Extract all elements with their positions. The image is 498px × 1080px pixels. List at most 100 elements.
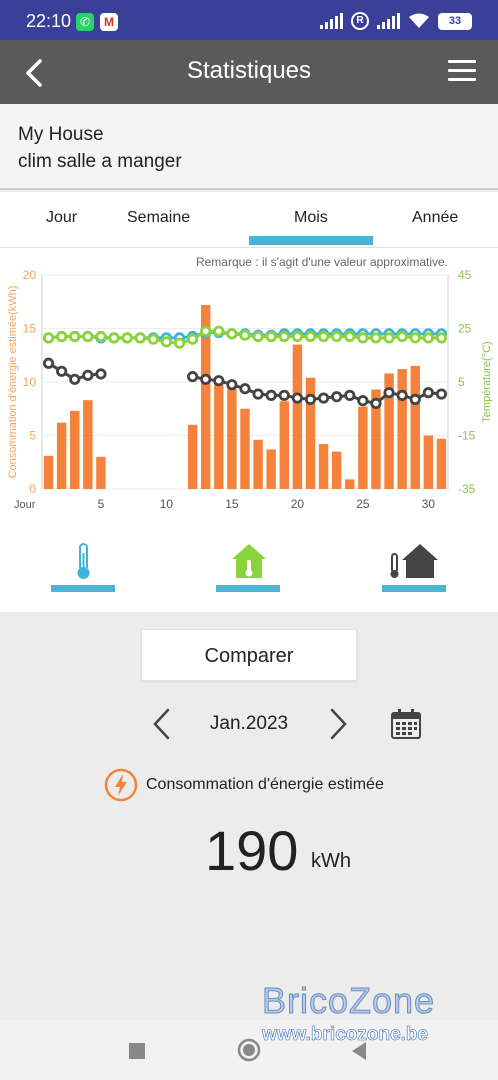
data-point: [56, 330, 68, 343]
data-point: [147, 333, 159, 345]
chart-note: Remarque : il s'agit d'une valeur approx…: [196, 255, 448, 269]
lightning-icon: [104, 768, 138, 802]
x-tick-label: 5: [98, 497, 105, 511]
data-point: [331, 391, 343, 403]
tab-jour[interactable]: Jour: [46, 209, 77, 227]
wifi-icon: [409, 13, 429, 28]
y2-tick-label: 45: [458, 268, 472, 282]
data-point: [265, 330, 277, 343]
y2-tick-label: 5: [458, 375, 465, 389]
gmail-icon: M: [100, 13, 118, 31]
status-bar: 22:10 ✆ M R 33: [0, 0, 498, 40]
compare-button[interactable]: Comparer: [141, 629, 357, 681]
data-point: [252, 388, 264, 400]
data-point: [69, 373, 81, 385]
y-axis-label: Consommation d'énergie estimée(kWh): [7, 286, 19, 479]
data-point: [160, 336, 173, 348]
data-point: [304, 393, 317, 405]
thermometer-house-icon: [390, 544, 438, 578]
thermometer-icon: [77, 543, 90, 579]
data-point: [409, 332, 421, 344]
data-point: [370, 332, 382, 344]
energy-value: 190: [205, 819, 299, 882]
status-indicators: R 33: [320, 12, 472, 30]
energy-label: Consommation d'énergie estimée: [146, 776, 384, 793]
x-axis-label: Jour: [14, 499, 36, 511]
data-point: [69, 330, 81, 343]
bar: [358, 406, 368, 489]
data-point: [82, 330, 94, 343]
data-point: [95, 330, 107, 343]
view-combined[interactable]: [382, 540, 448, 592]
data-point: [82, 369, 94, 381]
y-tick-label: 0: [29, 482, 36, 496]
tab-mois[interactable]: Mois: [294, 209, 328, 227]
data-point: [291, 392, 303, 404]
view-thermometer[interactable]: [51, 540, 117, 592]
data-point: [134, 332, 146, 344]
data-point: [383, 387, 395, 399]
x-tick-label: 10: [160, 497, 174, 511]
data-point: [291, 330, 303, 343]
date-label: Jan.2023: [209, 713, 289, 734]
data-point: [252, 330, 264, 343]
data-point: [226, 379, 238, 391]
data-point: [200, 325, 212, 337]
chart-panel: Remarque : il s'agit d'une valeur approx…: [0, 248, 498, 520]
data-point: [121, 332, 133, 344]
y-tick-label: 15: [23, 322, 37, 336]
bar: [279, 401, 290, 489]
y-tick-label: 10: [23, 375, 37, 389]
recents-button[interactable]: [128, 1042, 146, 1060]
bar: [331, 451, 342, 489]
watermark-url: www.bricozone.be: [262, 1024, 429, 1046]
data-point: [331, 330, 343, 343]
bar: [292, 344, 303, 489]
chevron-right-icon[interactable]: [326, 707, 350, 741]
bar: [410, 365, 420, 489]
y2-tick-label: -35: [458, 482, 476, 496]
view-indoor[interactable]: [216, 540, 282, 592]
bar: [253, 439, 263, 489]
y-tick-label: 5: [29, 429, 36, 443]
bar: [397, 369, 407, 489]
period-tabs: Jour Semaine Mois Année: [0, 192, 498, 248]
data-point: [265, 389, 277, 401]
data-point: [239, 383, 251, 395]
bar: [83, 400, 93, 489]
bar: [240, 408, 250, 489]
data-point: [435, 332, 448, 344]
bar: [345, 479, 355, 489]
hamburger-menu-icon[interactable]: [448, 60, 476, 84]
tab-annee[interactable]: Année: [412, 209, 458, 227]
home-button[interactable]: [237, 1038, 261, 1062]
data-point: [304, 330, 317, 343]
y2-tick-label: 25: [458, 322, 472, 336]
data-point: [409, 393, 421, 405]
y2-tick-label: -15: [458, 429, 476, 443]
page-title: Statistiques: [186, 57, 312, 84]
data-point: [187, 371, 199, 383]
bar: [318, 444, 329, 489]
signal-icon: [377, 13, 400, 29]
data-point: [396, 389, 408, 401]
data-point: [42, 332, 55, 344]
data-point: [213, 375, 225, 387]
bar: [266, 449, 276, 489]
status-time: 22:10: [26, 11, 72, 31]
data-point: [357, 395, 369, 407]
data-point: [344, 389, 356, 401]
bar: [96, 456, 106, 489]
energy-chart: Remarque : il s'agit d'une valeur approx…: [7, 255, 493, 511]
battery-icon: 33: [438, 12, 472, 30]
house-temperature-icon: [232, 544, 266, 578]
data-point: [56, 365, 68, 377]
active-tab-indicator: [249, 236, 373, 245]
data-point: [422, 332, 434, 344]
x-tick-label: 20: [291, 497, 305, 511]
chevron-left-icon[interactable]: [150, 707, 174, 741]
bar: [70, 410, 80, 489]
data-point: [422, 387, 434, 399]
tab-semaine[interactable]: Semaine: [127, 209, 190, 227]
calendar-icon[interactable]: [390, 708, 422, 740]
